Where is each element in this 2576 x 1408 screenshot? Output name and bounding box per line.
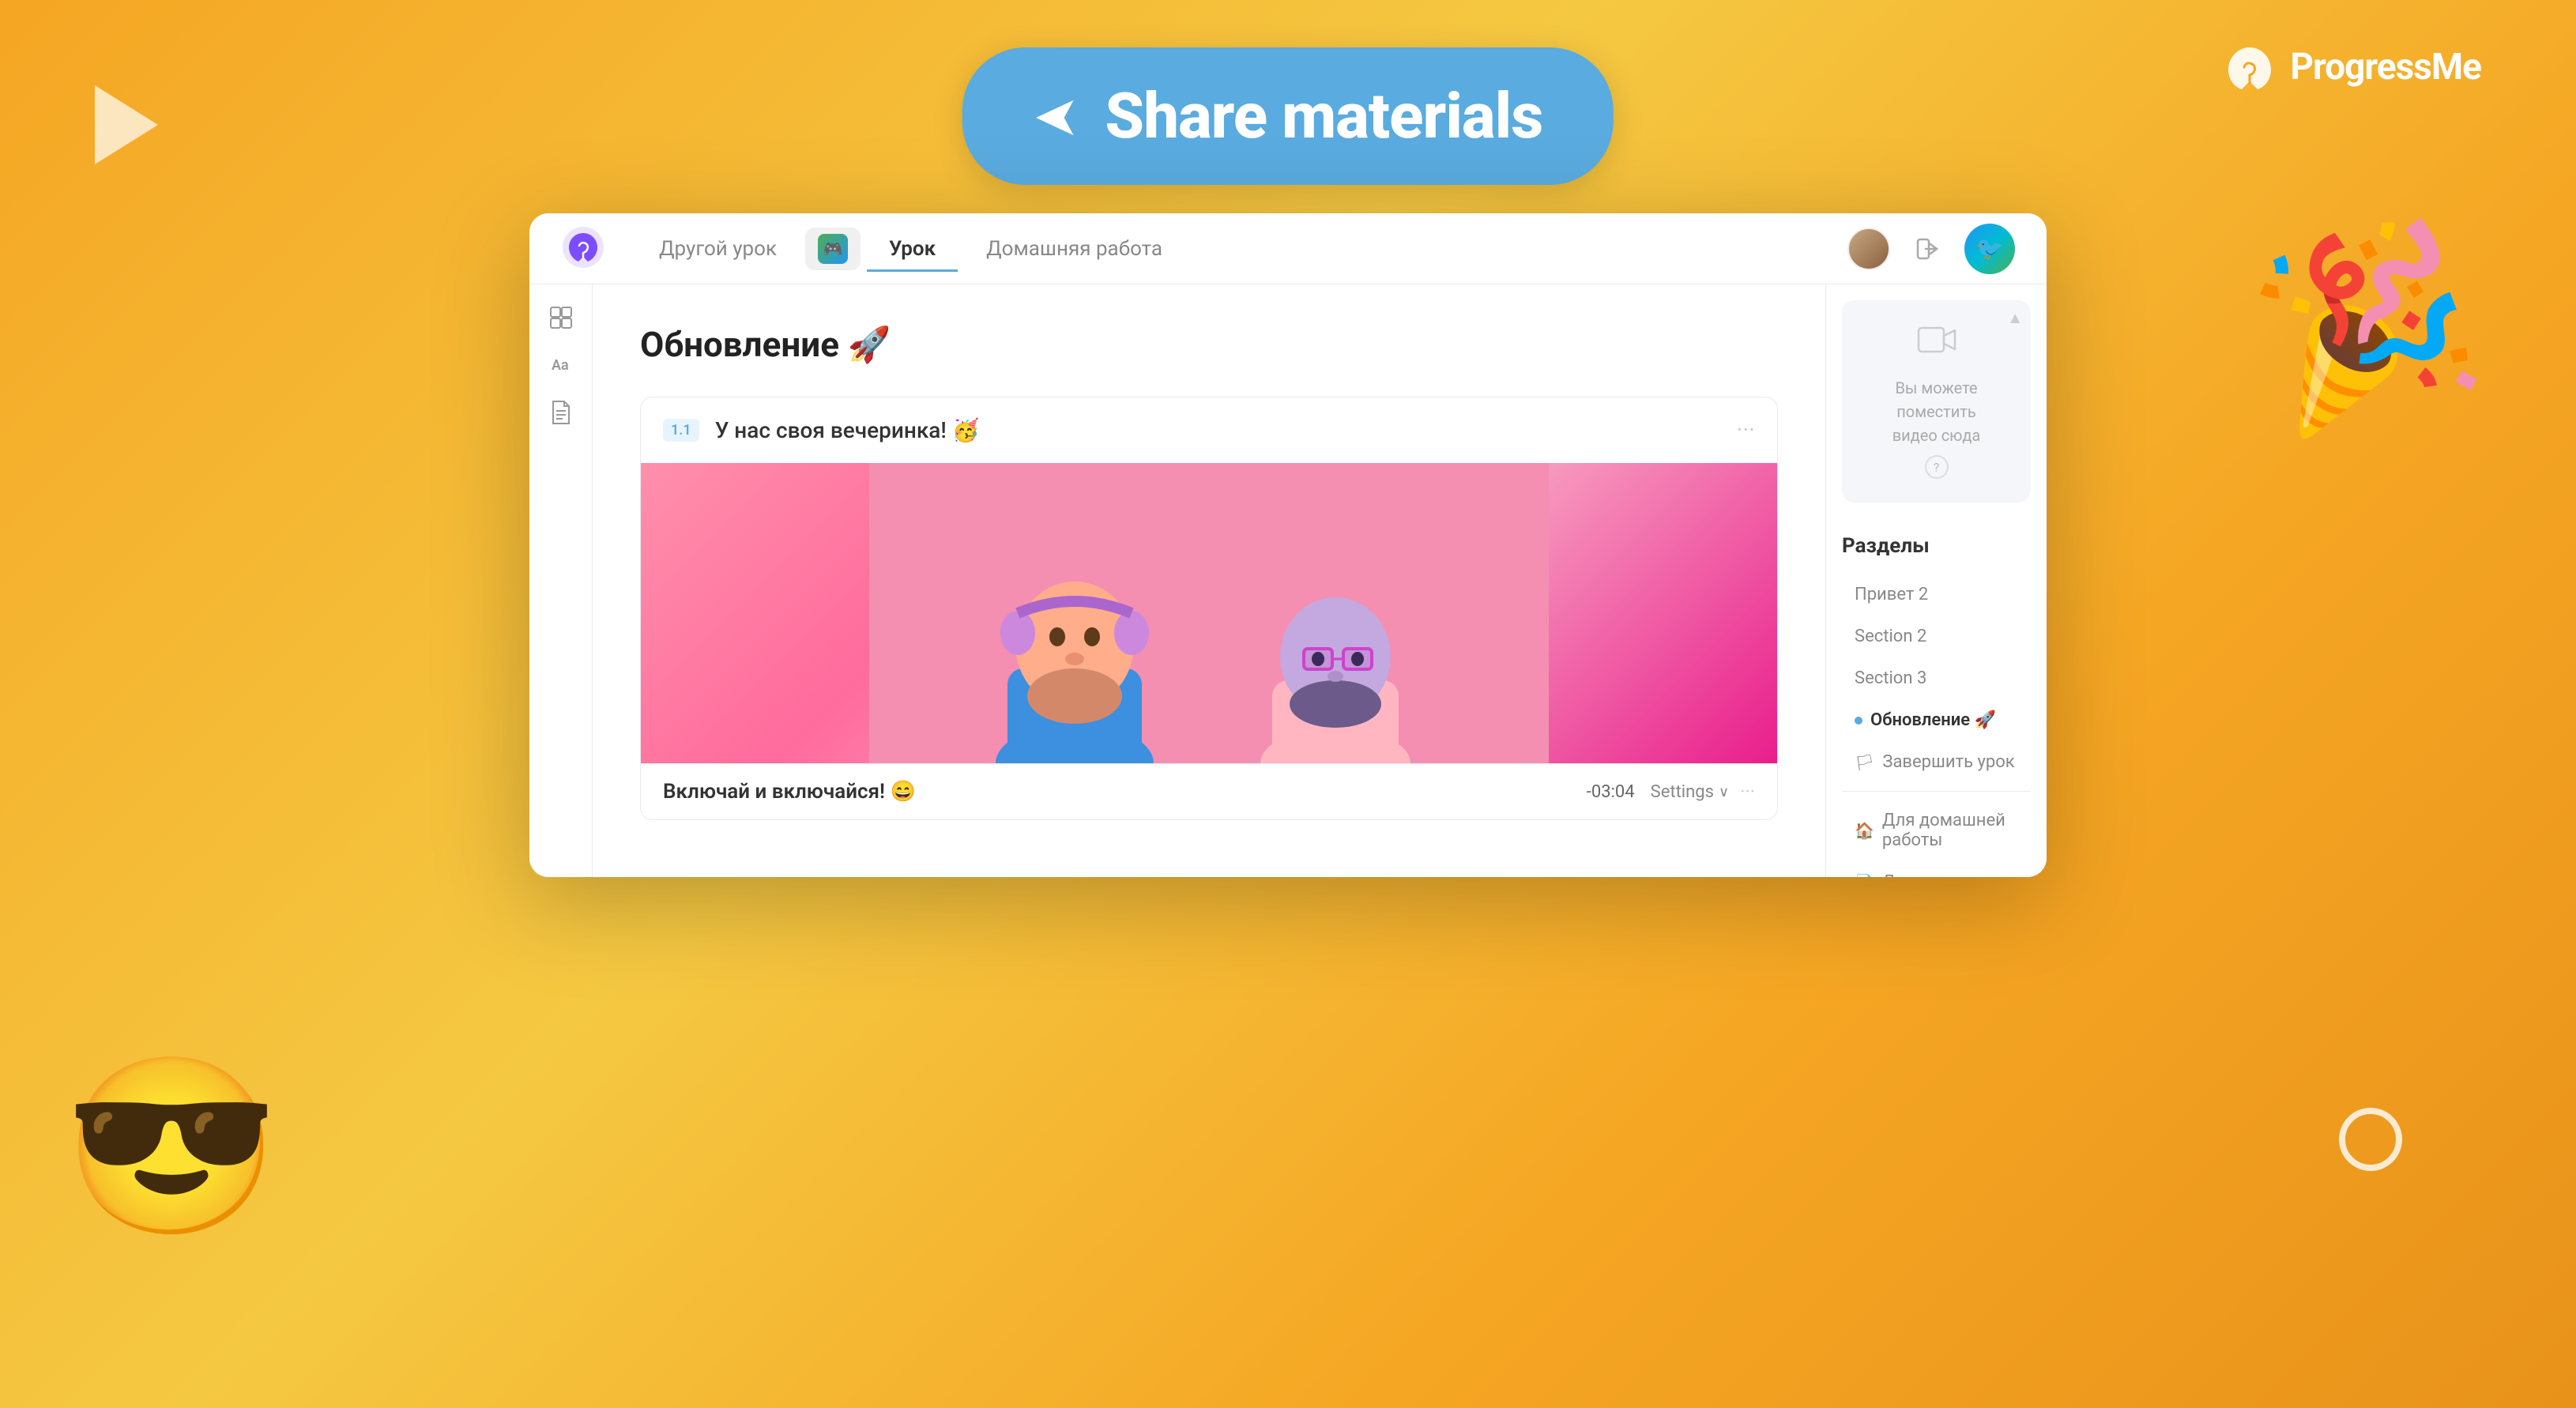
browser-content: Aa Обновление 🚀 1.1 bbox=[529, 284, 2047, 877]
section-item-additional[interactable]: 📄 Дополнительно bbox=[1842, 861, 2031, 877]
lesson-image bbox=[641, 463, 1777, 763]
user-avatar[interactable] bbox=[1847, 228, 1890, 270]
lesson-title: Обновление 🚀 bbox=[640, 324, 1778, 365]
settings-button[interactable]: Settings ∨ bbox=[1651, 782, 1730, 802]
section-item-privet2[interactable]: Привет 2 bbox=[1842, 574, 2031, 616]
sections-panel: Разделы Привет 2 Section 2 Section 3 Обн… bbox=[1826, 518, 2047, 877]
active-dot bbox=[1855, 717, 1862, 725]
collapse-video-button[interactable]: ▲ bbox=[2007, 308, 2023, 328]
share-materials-button[interactable]: ➤ Share materials bbox=[962, 47, 1614, 185]
lesson-bottom-bar: Включай и включайся! 😄 -03:04 Settings ∨… bbox=[641, 763, 1777, 819]
video-icon bbox=[1858, 324, 2015, 363]
document-icon[interactable] bbox=[544, 395, 578, 430]
tab-homework[interactable]: Домашняя работа bbox=[964, 226, 1184, 272]
browser-nav: Другой урок 🎮 Урок Домашняя работа bbox=[529, 213, 2047, 284]
progressme-logo: ProgressMe bbox=[2222, 43, 2481, 91]
sections-divider bbox=[1842, 791, 2031, 792]
bottom-bar-time: -03:04 bbox=[1587, 782, 1635, 802]
video-placeholder-text: Вы можете поместить видео сюда bbox=[1858, 376, 2015, 447]
nav-tabs: Другой урок 🎮 Урок Домашняя работа bbox=[637, 226, 1847, 272]
svg-text:Aa: Aa bbox=[552, 357, 569, 374]
bottom-bar-title: Включай и включайся! 😄 bbox=[663, 780, 1587, 804]
browser-window: Другой урок 🎮 Урок Домашняя работа bbox=[529, 213, 2047, 877]
left-sidebar: Aa bbox=[529, 284, 593, 877]
tab-other-lesson[interactable]: Другой урок bbox=[637, 226, 799, 272]
lesson-block-header: 1.1 У нас своя вечеринка! 🥳 ··· bbox=[641, 397, 1777, 463]
play-icon bbox=[95, 85, 158, 164]
nav-right: 🐦 bbox=[1847, 224, 2015, 274]
progressme-nav-icon[interactable]: 🐦 bbox=[1964, 224, 2015, 274]
block-more-icon[interactable]: ··· bbox=[1736, 416, 1755, 444]
video-help-icon[interactable]: ? bbox=[1925, 455, 1949, 479]
confetti-popper-icon: 🎉 bbox=[2238, 212, 2492, 435]
right-sidebar: ▲ Вы можете поместить видео сюда ? Разде… bbox=[1825, 284, 2047, 877]
section-item-homework[interactable]: 🏠 Для домашней работы bbox=[1842, 800, 2031, 861]
bottom-bar-more-icon[interactable]: ··· bbox=[1740, 781, 1755, 803]
block-number: 1.1 bbox=[663, 419, 699, 442]
tab-lesson[interactable]: Урок bbox=[867, 226, 958, 272]
sections-title: Разделы bbox=[1842, 534, 2031, 558]
lesson-main-content: Обновление 🚀 1.1 У нас своя вечеринка! 🥳… bbox=[593, 284, 1825, 877]
flag-icon: 🏳 bbox=[1855, 753, 1874, 772]
share-button-label: Share materials bbox=[1105, 79, 1542, 153]
block-title: У нас своя вечеринка! 🥳 bbox=[715, 417, 1721, 443]
app-logo bbox=[561, 225, 605, 273]
section-item-obnovlenie[interactable]: Обновление 🚀 bbox=[1842, 699, 2031, 741]
section-item-finish[interactable]: 🏳 Завершить урок bbox=[1842, 741, 2031, 783]
emoji-sunglasses: 😎 bbox=[63, 1060, 280, 1234]
video-placeholder: ▲ Вы можете поместить видео сюда ? bbox=[1842, 300, 2031, 503]
chevron-down-icon: ∨ bbox=[1719, 784, 1729, 800]
home-icon: 🏠 bbox=[1855, 821, 1874, 840]
section-item-section2[interactable]: Section 2 bbox=[1842, 616, 2031, 657]
document-icon: 📄 bbox=[1855, 873, 1874, 878]
share-arrow-icon: ➤ bbox=[1034, 84, 1080, 149]
section-item-section3[interactable]: Section 3 bbox=[1842, 657, 2031, 699]
circle-decoration bbox=[2339, 1108, 2402, 1171]
lesson-block: 1.1 У нас своя вечеринка! 🥳 ··· bbox=[640, 397, 1778, 820]
tab-game[interactable]: 🎮 bbox=[805, 228, 861, 270]
text-format-icon[interactable]: Aa bbox=[544, 348, 578, 382]
layout-icon[interactable] bbox=[544, 300, 578, 335]
progressme-label: ProgressMe bbox=[2290, 46, 2481, 88]
exit-icon[interactable] bbox=[1906, 228, 1949, 270]
